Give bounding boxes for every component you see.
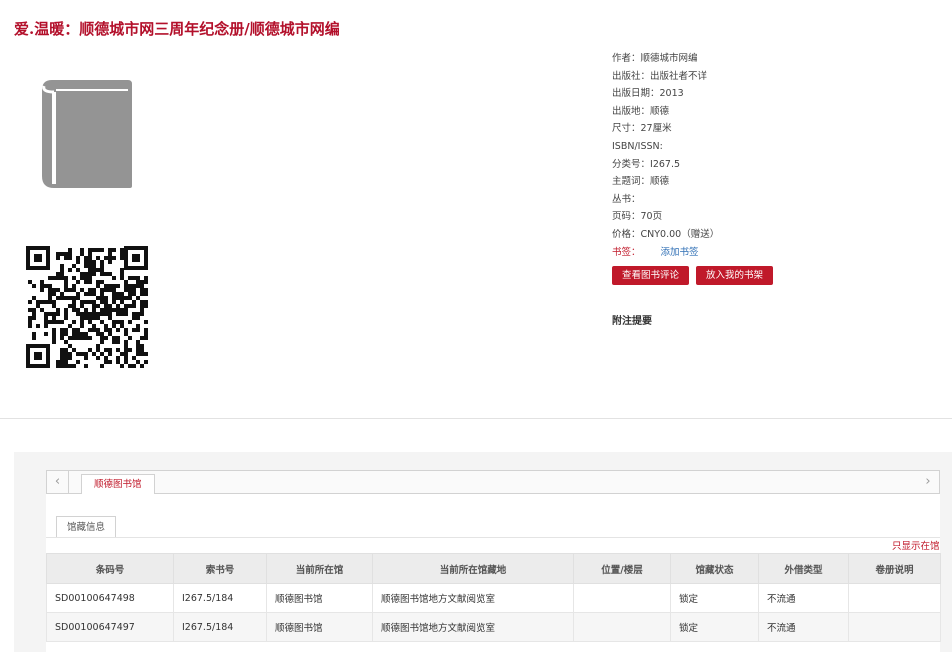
column-header: 索书号 — [173, 553, 267, 584]
location-cell: 顺德图书馆地方文献阅览室 — [372, 583, 574, 613]
meta-class-number: 分类号：I267.5 — [612, 158, 681, 170]
column-header: 馆藏状态 — [670, 553, 759, 584]
library-cell: 顺德图书馆 — [266, 583, 373, 613]
tab-holdings-info[interactable]: 馆藏信息 — [56, 516, 117, 538]
meta-pub-place: 出版地：顺德 — [612, 105, 670, 117]
column-header: 外借类型 — [758, 553, 849, 584]
action-buttons: 查看图书评论 放入我的书架 — [612, 266, 774, 285]
status-cell: 锁定 — [670, 583, 759, 613]
status-cell: 锁定 — [670, 612, 759, 642]
book-icon — [42, 80, 132, 188]
barcode-cell: SD00100647498 — [46, 583, 174, 613]
tab-underline — [46, 537, 940, 538]
view-reviews-button[interactable]: 查看图书评论 — [612, 266, 690, 285]
chevron-right-icon[interactable]: › — [917, 471, 939, 493]
meta-pub-date: 出版日期：2013 — [612, 88, 684, 100]
tab-shunde-library[interactable]: 顺德图书馆 — [81, 474, 155, 495]
column-header: 当前所在馆藏地 — [372, 553, 574, 584]
column-header: 位置/楼层 — [573, 553, 671, 584]
shelf-cell — [573, 612, 671, 642]
column-header: 条码号 — [46, 553, 174, 584]
meta-author: 作者：顺德城市网编 — [612, 53, 698, 64]
page-title: 爱.温暖：顺德城市网三周年纪念册/顺德城市网编 — [14, 20, 340, 38]
holdings-content: 馆藏信息 只显示在馆 条码号 索书号 当前所在馆 当前所在馆藏地 位置/楼层 馆… — [46, 494, 941, 652]
table-row: SD00100647497 I267.5/184 顺德图书馆 顺德图书馆地方文献… — [46, 612, 941, 642]
table-row: SD00100647498 I267.5/184 顺德图书馆 顺德图书馆地方文献… — [46, 583, 941, 613]
meta-isbn: ISBN/ISSN: — [612, 140, 663, 152]
barcode-cell: SD00100647497 — [46, 612, 174, 642]
book-metadata: 作者：顺德城市网编 出版社：出版社者不详 出版日期：2013 出版地：顺德 尺寸… — [612, 50, 942, 261]
meta-subject: 主题词：顺德 — [612, 176, 670, 188]
call-number-cell: I267.5/184 — [173, 612, 267, 642]
add-bookmark-link[interactable]: 添加书签 — [661, 247, 699, 258]
meta-size: 尺寸：27厘米 — [612, 123, 672, 135]
volume-note-cell — [848, 612, 941, 642]
notes-heading: 附注提要 — [612, 316, 652, 327]
only-show-available-link[interactable]: 只显示在馆 — [892, 538, 940, 552]
volume-note-cell — [848, 583, 941, 613]
column-header: 当前所在馆 — [266, 553, 373, 584]
meta-series: 丛书： — [612, 193, 641, 205]
meta-publisher: 出版社：出版社者不详 — [612, 70, 708, 82]
loan-type-cell: 不流通 — [758, 612, 849, 642]
table-header-row: 条码号 索书号 当前所在馆 当前所在馆藏地 位置/楼层 馆藏状态 外借类型 卷册… — [46, 553, 941, 584]
library-cell: 顺德图书馆 — [266, 612, 373, 642]
chevron-left-icon[interactable]: ‹ — [47, 471, 69, 493]
section-divider — [0, 418, 952, 419]
loan-type-cell: 不流通 — [758, 583, 849, 613]
call-number-cell: I267.5/184 — [173, 583, 267, 613]
add-to-shelf-button[interactable]: 放入我的书架 — [696, 266, 774, 285]
meta-price: 价格：CNY0.00（赠送） — [612, 228, 720, 240]
shelf-cell — [573, 583, 671, 613]
meta-pages: 页码：70页 — [612, 211, 663, 223]
library-tab-bar: ‹ 顺德图书馆 › — [46, 470, 940, 495]
column-header: 卷册说明 — [848, 553, 941, 584]
meta-bookmark: 书签： 添加书签 — [612, 246, 699, 258]
holdings-table: 条码号 索书号 当前所在馆 当前所在馆藏地 位置/楼层 馆藏状态 外借类型 卷册… — [46, 553, 941, 642]
location-cell: 顺德图书馆地方文献阅览室 — [372, 612, 574, 642]
qr-code-icon — [26, 246, 148, 368]
